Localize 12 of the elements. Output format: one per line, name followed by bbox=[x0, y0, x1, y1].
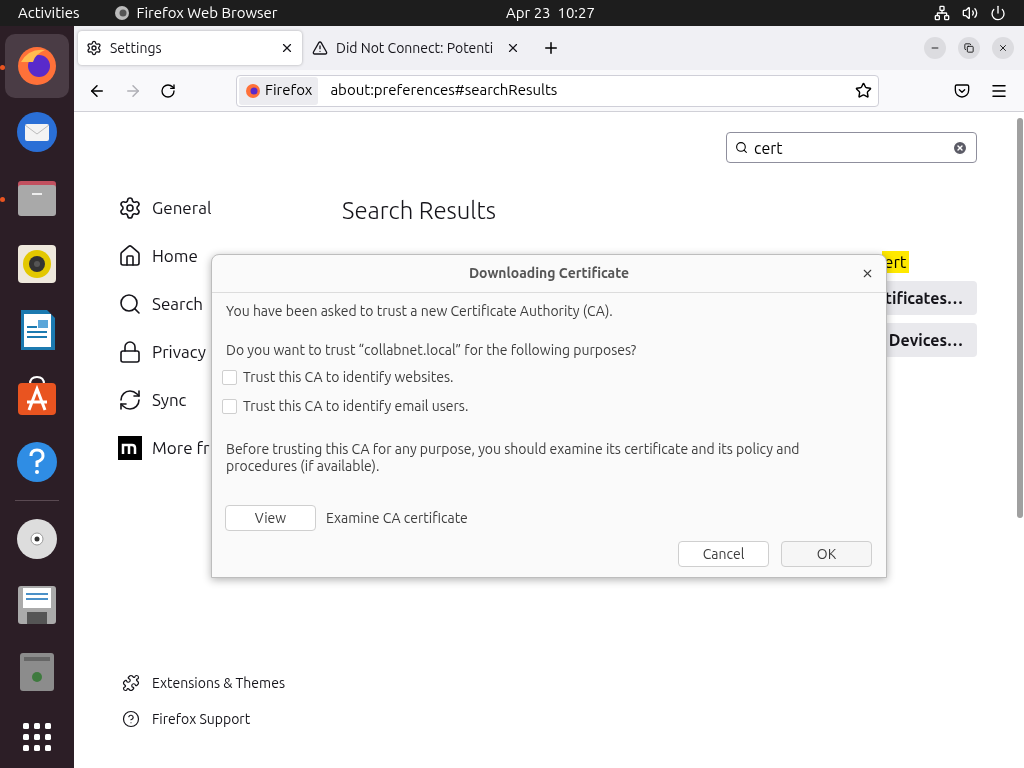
question-text: Do you want to trust “collabnet.local” for the following purposes? bbox=[226, 341, 638, 360]
url-text: about:preferences#searchResults bbox=[330, 80, 559, 101]
checkbox-label: Trust this CA to identify email users. bbox=[243, 397, 469, 416]
intro-text: You have been asked to trust a new Certificate Authority (CA). bbox=[226, 302, 614, 321]
search-value: cert bbox=[754, 137, 784, 159]
tab-title: Settings bbox=[110, 38, 163, 58]
page-heading: Search Results bbox=[342, 196, 497, 226]
dialog-title: Downloading Certificate bbox=[468, 264, 630, 283]
checkbox-label: Trust this CA to identify websites. bbox=[243, 368, 454, 387]
tab-title: Did Not Connect: Potenti bbox=[336, 38, 495, 58]
note-text: Before trusting this CA for any purpose, you should examine its certificate and its policy and procedures (if available). bbox=[226, 441, 801, 475]
view-label: Examine CA certificate bbox=[326, 508, 468, 528]
